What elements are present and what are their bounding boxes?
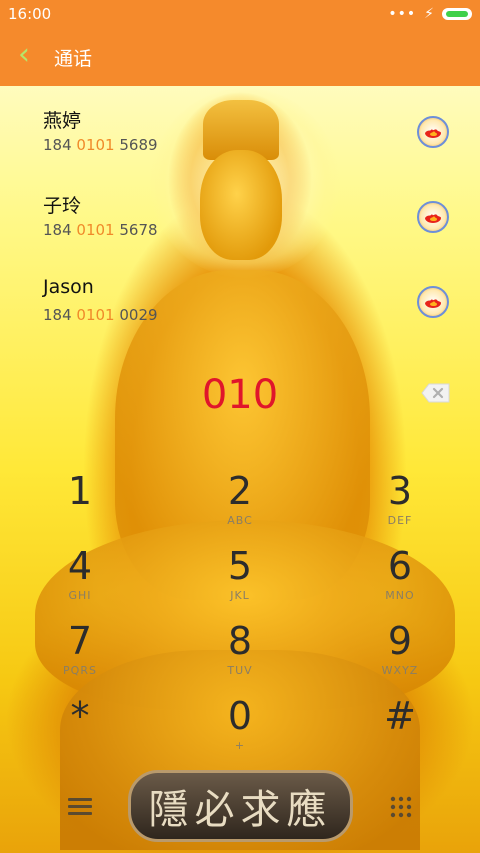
call-contact-button[interactable] xyxy=(417,286,449,318)
key-1[interactable]: 1 xyxy=(20,470,140,550)
action-bar: ‹ 通话 xyxy=(0,28,480,86)
key-letters: GHI xyxy=(68,589,92,602)
key-digit: 4 xyxy=(67,544,93,588)
key-letters: + xyxy=(234,739,246,752)
key-digit: 8 xyxy=(227,619,253,663)
key-letters: MNO xyxy=(385,589,415,602)
key-hash[interactable]: # xyxy=(340,695,460,775)
key-3[interactable]: 3 DEF xyxy=(340,470,460,550)
key-5[interactable]: 5 JKL xyxy=(180,545,300,625)
key-digit: 5 xyxy=(227,544,253,588)
contact-name: 燕婷 xyxy=(43,110,82,132)
call-contact-button[interactable] xyxy=(417,201,449,233)
key-digit: 6 xyxy=(387,544,413,588)
key-6[interactable]: 6 MNO xyxy=(340,545,460,625)
menu-icon[interactable] xyxy=(68,796,92,816)
key-letters: PQRS xyxy=(63,664,97,677)
contact-row[interactable]: 燕婷 184 0101 5689 xyxy=(0,106,480,188)
keypad-icon[interactable] xyxy=(390,796,412,818)
number-match: 0101 xyxy=(76,221,115,239)
contact-number: 184 0101 5678 xyxy=(43,221,158,239)
key-letters: JKL xyxy=(230,589,250,602)
status-icons: ••• ⚡ xyxy=(388,6,472,22)
flame-call-icon xyxy=(425,129,441,138)
contact-name: Jason xyxy=(43,276,94,298)
call-contact-button[interactable] xyxy=(417,116,449,148)
key-letters: TUV xyxy=(227,664,253,677)
key-digit: 2 xyxy=(227,469,253,513)
key-digit: 7 xyxy=(67,619,93,663)
key-8[interactable]: 8 TUV xyxy=(180,620,300,700)
key-digit: 3 xyxy=(387,469,413,513)
number-prefix: 184 xyxy=(43,221,77,239)
number-match: 0101 xyxy=(76,306,115,324)
number-match: 0101 xyxy=(76,136,115,154)
battery-icon xyxy=(442,8,472,20)
key-letters: WXYZ xyxy=(381,664,419,677)
key-4[interactable]: 4 GHI xyxy=(20,545,140,625)
key-9[interactable]: 9 WXYZ xyxy=(340,620,460,700)
contact-number: 184 0101 5689 xyxy=(43,136,158,154)
backspace-icon[interactable] xyxy=(421,383,451,403)
key-digit: # xyxy=(384,694,416,738)
key-2[interactable]: 2 ABC xyxy=(180,470,300,550)
flame-call-icon xyxy=(425,299,441,308)
key-letters: ABC xyxy=(227,514,253,527)
number-prefix: 184 xyxy=(43,306,77,324)
key-star[interactable]: * xyxy=(20,695,140,775)
key-digit: * xyxy=(70,694,90,738)
key-digit: 0 xyxy=(227,694,253,738)
key-7[interactable]: 7 PQRS xyxy=(20,620,140,700)
key-digit: 1 xyxy=(67,469,93,513)
page-title: 通话 xyxy=(54,48,93,70)
number-suffix: 0029 xyxy=(114,306,158,324)
number-suffix: 5678 xyxy=(114,221,158,239)
number-suffix: 5689 xyxy=(114,136,158,154)
contact-row[interactable]: 子玲 184 0101 5678 xyxy=(0,191,480,273)
status-bar: 16:00 ••• ⚡ xyxy=(0,0,480,28)
charging-icon: ⚡ xyxy=(424,6,434,22)
back-arrow-icon[interactable]: ‹ xyxy=(18,40,42,72)
status-time: 16:00 xyxy=(8,5,52,23)
flame-call-icon xyxy=(425,214,441,223)
key-0[interactable]: 0 + xyxy=(180,695,300,775)
number-prefix: 184 xyxy=(43,136,77,154)
dialed-number: 010 xyxy=(201,372,279,418)
more-dots-icon: ••• xyxy=(388,6,417,22)
dial-call-button[interactable]: 隱必求應 xyxy=(128,770,353,842)
contact-number: 184 0101 0029 xyxy=(43,306,158,324)
key-letters: DEF xyxy=(387,514,413,527)
contact-row[interactable]: Jason 184 0101 0029 xyxy=(0,276,480,358)
key-digit: 9 xyxy=(387,619,413,663)
contact-name: 子玲 xyxy=(43,195,82,217)
